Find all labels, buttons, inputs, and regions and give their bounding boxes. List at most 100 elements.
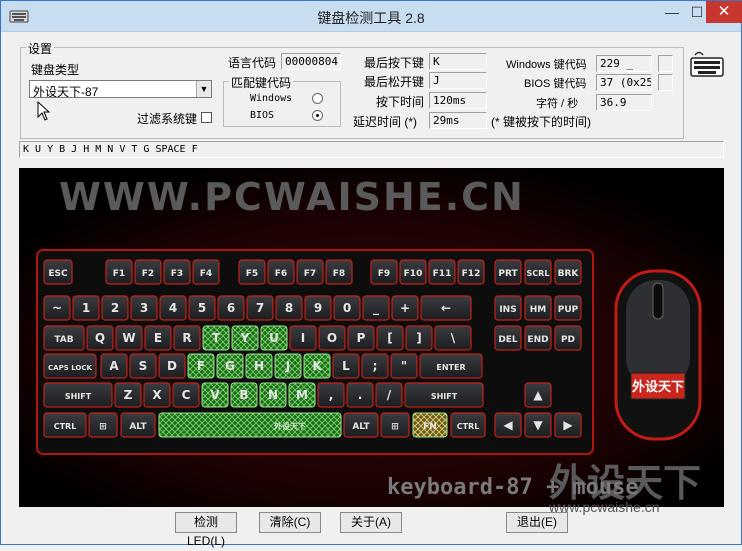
key-label: / [387, 388, 392, 402]
key-7: 7 [246, 295, 274, 321]
key-label: D [167, 359, 177, 373]
match-bios-radio[interactable] [312, 110, 323, 121]
key-8: 8 [275, 295, 303, 321]
key-label: H [254, 359, 264, 373]
key-o: O [318, 325, 346, 351]
key-: . [346, 382, 374, 408]
key-f: F [187, 353, 215, 379]
key-9: 9 [304, 295, 332, 321]
key-brk: BRK [554, 259, 582, 285]
key-caps-lock: CAPS LOCK [43, 353, 97, 379]
key-label: HM [530, 305, 547, 315]
key-label: ~ [52, 301, 62, 315]
key-label: CAPS LOCK [48, 364, 92, 372]
key-: ] [405, 325, 433, 351]
key-label: M [296, 388, 308, 402]
keyboard-visual: WWW.PCWAISHE.CN ESC F1 F2 F3 F4 F5 F6 F7 F8 F9 F10… [19, 168, 724, 507]
delay-note: (* 键被按下的时间) [491, 115, 591, 129]
key-label: F9 [378, 269, 390, 279]
key-f5: F5 [238, 259, 266, 285]
key-u: U [260, 325, 288, 351]
key-label: R [182, 331, 191, 345]
key-: ; [361, 353, 389, 379]
key-t: T [202, 325, 230, 351]
mouse-graphic: 外设天下 [614, 269, 702, 441]
bios-code-value: 37 (0x25) [596, 74, 652, 91]
key-label: F4 [200, 269, 212, 279]
key-label: S [139, 359, 148, 373]
keyboard-type-value: 外设天下-87 [33, 85, 99, 99]
key-f11: F11 [428, 259, 456, 285]
keyboard-display: WWW.PCWAISHE.CN ESC F1 F2 F3 F4 F5 F6 F7 F8 F9 F10… [19, 168, 724, 507]
about-button[interactable]: 关于(A) [340, 512, 402, 533]
key-label: INS [499, 305, 516, 315]
key-x: X [143, 382, 171, 408]
key-label: ▼ [533, 418, 543, 432]
key-label: [ [387, 331, 392, 345]
key-label: ▲ [533, 388, 543, 402]
key-l: L [332, 353, 360, 379]
title-bar[interactable]: 键盘检测工具 2.8 — ☐ ✕ [1, 1, 742, 32]
model-caption: keyboard-87 + mouse [387, 475, 639, 500]
cps-value: 36.9 [596, 94, 652, 111]
lang-code-label: 语言代码 [228, 56, 277, 70]
key-4: 4 [159, 295, 187, 321]
match-windows-radio[interactable] [312, 93, 323, 104]
key-label: 5 [198, 301, 206, 315]
key-m: M [288, 382, 316, 408]
press-time-label: 按下时间 [376, 95, 425, 109]
key-: [ [376, 325, 404, 351]
check-led-button[interactable]: 检测LED(L) [175, 512, 237, 548]
exit-button[interactable]: 退出(E) [506, 512, 568, 533]
key-r: R [173, 325, 201, 351]
filter-system-keys-label: 过滤系统键 [137, 112, 198, 126]
key-z: Z [114, 382, 142, 408]
key-label: Z [124, 388, 133, 402]
key-label: F2 [142, 269, 154, 279]
key-fn: FN [412, 412, 448, 438]
key-label: 8 [285, 301, 293, 315]
key-: ◀ [494, 412, 522, 438]
clear-button[interactable]: 清除(C) [259, 512, 321, 533]
windows-code-value: 229 _ [596, 55, 652, 72]
key-ins: INS [494, 295, 522, 321]
key-label: SCRL [527, 269, 550, 278]
key-: + [391, 295, 419, 321]
key-c: C [172, 382, 200, 408]
key-label: _ [373, 301, 379, 316]
key-f10: F10 [399, 259, 427, 285]
match-windows-label: Windows [250, 93, 293, 104]
key-2: 2 [101, 295, 129, 321]
app-window: 键盘检测工具 2.8 — ☐ ✕ 设置 键盘类型 外设天下-87 ▼ 过滤系统键… [0, 0, 742, 548]
key-: ▼ [524, 412, 552, 438]
key-: " [390, 353, 418, 379]
key-p: P [347, 325, 375, 351]
key-label: ALT [129, 422, 147, 432]
key-label: ENTER [436, 363, 465, 372]
key-ctrl: CTRL [43, 412, 87, 438]
key-label: X [152, 388, 162, 402]
key-label: F1 [113, 269, 125, 279]
key-label: F7 [304, 269, 316, 279]
key-f8: F8 [325, 259, 353, 285]
chevron-down-icon[interactable]: ▼ [196, 81, 211, 97]
windows-code-indicator [658, 55, 673, 72]
key-k: K [303, 353, 331, 379]
keyboard-type-select[interactable]: 外设天下-87 ▼ [29, 80, 212, 99]
filter-system-keys-checkbox[interactable] [201, 112, 212, 123]
key-shift: SHIFT [43, 382, 113, 408]
key-label: 3 [140, 301, 148, 315]
key-label: ESC [48, 269, 68, 279]
key-label: J [285, 359, 290, 373]
key-space: 外设天下 [158, 412, 342, 438]
key-i: I [289, 325, 317, 351]
key-label: ▶ [563, 418, 573, 432]
key-f2: F2 [134, 259, 162, 285]
key-f6: F6 [267, 259, 295, 285]
key-label: C [182, 388, 191, 402]
key-label: F5 [246, 269, 258, 279]
close-button[interactable]: ✕ [706, 1, 742, 23]
minimize-button[interactable]: — [658, 1, 686, 23]
key-label: CTRL [54, 422, 77, 431]
key-label: E [154, 331, 162, 345]
